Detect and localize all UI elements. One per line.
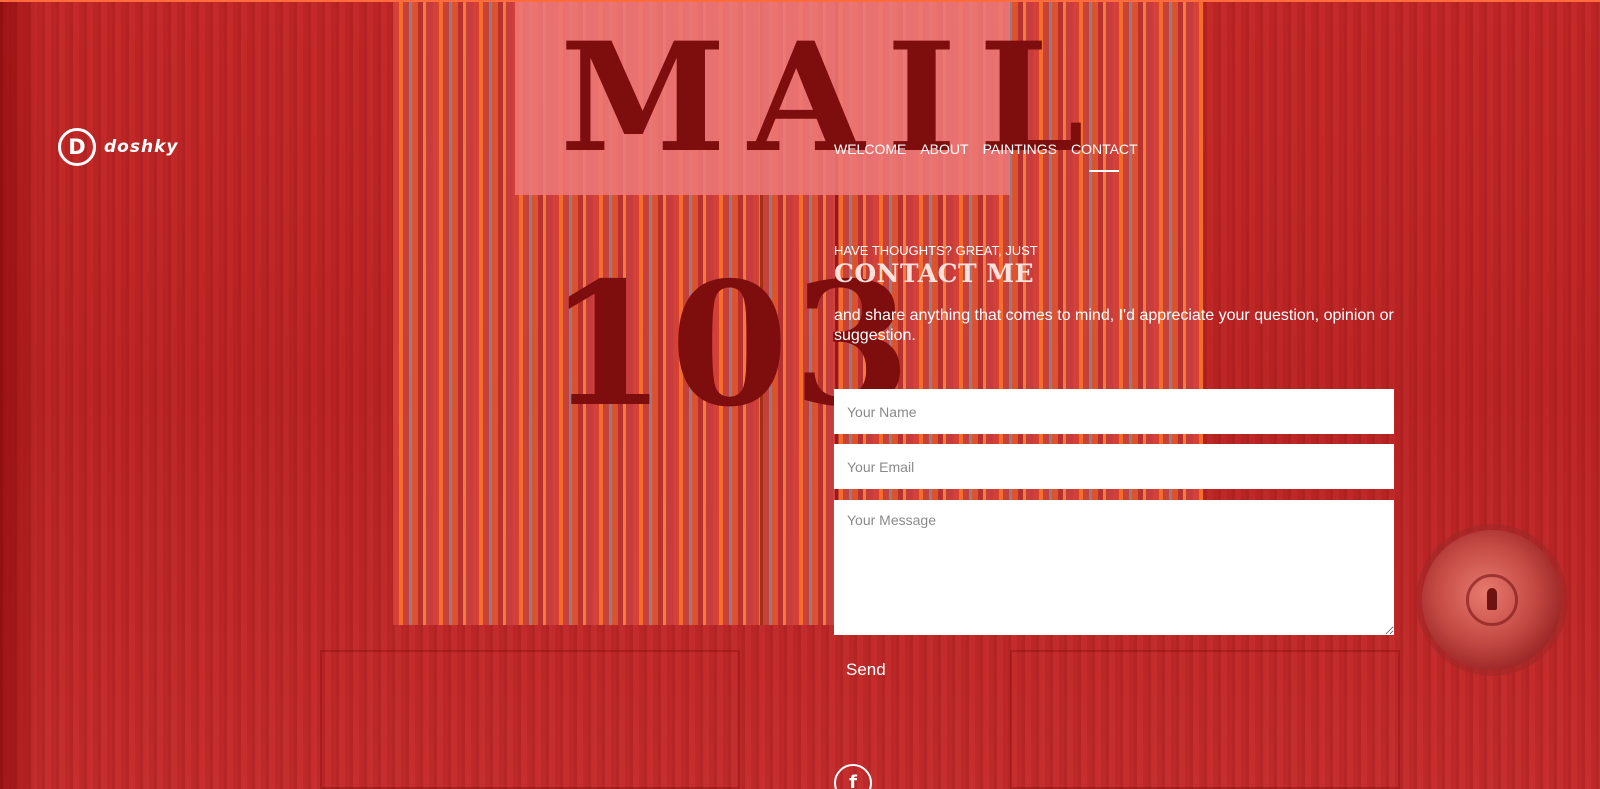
send-button[interactable]: Send bbox=[836, 656, 896, 684]
nav-item-paintings[interactable]: PAINTINGS bbox=[983, 141, 1057, 157]
contact-intro: and share anything that comes to mind, I… bbox=[834, 307, 1394, 344]
page-title: CONTACT ME bbox=[834, 259, 1035, 288]
contact-eyebrow: HAVE THOUGHTS? GREAT, JUST bbox=[834, 243, 1038, 258]
keyhole bbox=[1487, 588, 1497, 610]
brand-logo[interactable]: D doshky bbox=[58, 128, 178, 166]
logo-text: doshky bbox=[104, 137, 179, 157]
nav-item-welcome[interactable]: WELCOME bbox=[834, 141, 906, 157]
sign-top-panel bbox=[515, 0, 1010, 195]
door-panel bbox=[320, 650, 740, 789]
door-panel bbox=[1010, 650, 1400, 789]
nav-item-about[interactable]: ABOUT bbox=[920, 141, 968, 157]
name-field[interactable] bbox=[834, 389, 1394, 434]
email-field[interactable] bbox=[834, 444, 1394, 489]
top-accent-strip bbox=[0, 0, 1600, 2]
logo-mark-icon: D bbox=[58, 128, 96, 166]
main-nav: WELCOME ABOUT PAINTINGS CONTACT bbox=[834, 141, 1152, 172]
message-field[interactable] bbox=[834, 500, 1394, 635]
nav-item-contact[interactable]: CONTACT bbox=[1071, 141, 1138, 172]
